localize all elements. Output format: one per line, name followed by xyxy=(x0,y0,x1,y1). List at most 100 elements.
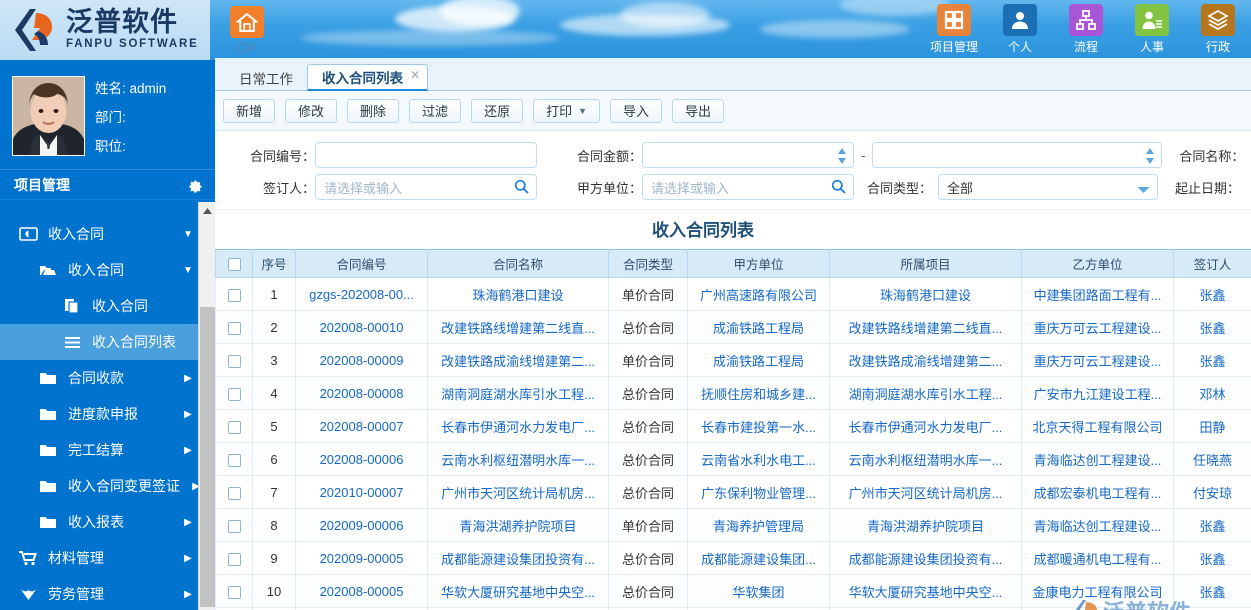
sidebar-item-income-contract-folder[interactable]: 收入合同 ▼ xyxy=(0,252,198,288)
print-button[interactable]: 打印 ▼ xyxy=(533,99,600,123)
tab-income-contract-list[interactable]: 收入合同列表 ✕ xyxy=(307,64,428,91)
col-project[interactable]: 所属项目 xyxy=(830,250,1022,278)
select-all-checkbox[interactable] xyxy=(228,258,241,271)
cell-project: 广州市天河区统计局机房... xyxy=(830,476,1022,509)
row-checkbox-cell[interactable] xyxy=(216,410,253,443)
tab-daily-work[interactable]: 日常工作 xyxy=(225,65,307,91)
table-row[interactable]: 5202008-00007长春市伊通河水力发电厂...总价合同长春市建投第一水.… xyxy=(216,410,1251,443)
portal-button[interactable]: 门户 xyxy=(222,6,272,56)
nav-item-personal[interactable]: 个人 xyxy=(995,4,1045,55)
table-row[interactable]: 4202008-00008湖南洞庭湖水库引水工程...总价合同抚顺住房和城乡建.… xyxy=(216,377,1251,410)
cell-contract-type: 总价合同 xyxy=(609,443,688,476)
chevron-down-icon[interactable] xyxy=(1137,182,1150,197)
row-checkbox-cell[interactable] xyxy=(216,575,253,608)
sidebar-item-income-contract[interactable]: 收入合同 xyxy=(0,288,198,324)
row-checkbox[interactable] xyxy=(228,388,241,401)
cell-project: 珠海鹤港口建设 xyxy=(830,278,1022,311)
table-row[interactable]: 8202009-00006青海洪湖养护院项目单价合同青海养护管理局青海洪湖养护院… xyxy=(216,509,1251,542)
row-checkbox-cell[interactable] xyxy=(216,509,253,542)
row-checkbox[interactable] xyxy=(228,454,241,467)
row-checkbox[interactable] xyxy=(228,586,241,599)
stepper-icon[interactable] xyxy=(837,146,847,169)
sidebar-item-clipped[interactable] xyxy=(0,202,198,216)
row-checkbox-cell[interactable] xyxy=(216,377,253,410)
nav-item-workflow[interactable]: 流程 xyxy=(1061,4,1111,55)
restore-button[interactable]: 还原 xyxy=(471,99,523,123)
button-label: 修改 xyxy=(298,101,324,120)
row-checkbox-cell[interactable] xyxy=(216,278,253,311)
row-checkbox[interactable] xyxy=(228,355,241,368)
stepper-icon[interactable] xyxy=(1145,146,1155,169)
amount-from-input[interactable] xyxy=(642,142,854,168)
row-checkbox[interactable] xyxy=(228,487,241,500)
row-checkbox-cell[interactable] xyxy=(216,476,253,509)
cell-party-b: 中建集团路面工程有... xyxy=(1022,278,1174,311)
sidebar-item-labor-management[interactable]: 劳务管理 ▶ xyxy=(0,576,198,610)
col-contract-name[interactable]: 合同名称 xyxy=(428,250,609,278)
sidebar-item-progress-payment[interactable]: 进度款申报 ▶ xyxy=(0,396,198,432)
import-button[interactable]: 导入 xyxy=(610,99,662,123)
row-checkbox-cell[interactable] xyxy=(216,542,253,575)
table-row[interactable]: 10202008-00005华软大厦研究基地中央空...总价合同华软集团华软大厦… xyxy=(216,575,1251,608)
brand-logo[interactable]: 泛普软件 FANPU SOFTWARE xyxy=(0,0,210,60)
cell-party-a: 成渝铁路工程局 xyxy=(688,344,830,377)
search-icon[interactable] xyxy=(831,179,846,197)
chevron-down-icon: ▼ xyxy=(578,106,587,116)
row-checkbox[interactable] xyxy=(228,553,241,566)
delete-button[interactable]: 删除 xyxy=(347,99,399,123)
table-row[interactable]: 7202010-00007广州市天河区统计局机房...总价合同广东保利物业管理.… xyxy=(216,476,1251,509)
sidebar-item-material-management[interactable]: 材料管理 ▶ xyxy=(0,540,198,576)
nav-item-hr[interactable]: 人事 xyxy=(1127,4,1177,55)
portal-label: 门户 xyxy=(222,40,272,56)
filter-button[interactable]: 过滤 xyxy=(409,99,461,123)
row-checkbox-cell[interactable] xyxy=(216,311,253,344)
col-signer[interactable]: 签订人 xyxy=(1174,250,1251,278)
col-party-b[interactable]: 乙方单位 xyxy=(1022,250,1174,278)
sidebar-item-income-report[interactable]: 收入报表 ▶ xyxy=(0,504,198,540)
nav-item-admin[interactable]: 行政 xyxy=(1193,4,1243,55)
cell-contract-name: 长春市伊通河水力发电厂... xyxy=(428,410,609,443)
gear-icon[interactable] xyxy=(187,177,203,193)
edit-button[interactable]: 修改 xyxy=(285,99,337,123)
table-row[interactable]: 9202009-00005成都能源建设集团投资有...总价合同成都能源建设集团.… xyxy=(216,542,1251,575)
contract-no-input[interactable] xyxy=(315,142,537,168)
table-row[interactable]: 2202008-00010改建铁路线增建第二线直...总价合同成渝铁路工程局改建… xyxy=(216,311,1251,344)
cell-text: 田静 xyxy=(1180,417,1245,436)
col-contract-no[interactable]: 合同编号 xyxy=(296,250,428,278)
row-checkbox-cell[interactable] xyxy=(216,344,253,377)
table-row[interactable]: 6202008-00006云南水利枢纽潜明水库一...总价合同云南省水利水电工.… xyxy=(216,443,1251,476)
row-checkbox[interactable] xyxy=(228,421,241,434)
col-index[interactable]: 序号 xyxy=(253,250,296,278)
amount-to-input[interactable] xyxy=(872,142,1162,168)
sidebar-item-contract-receipt[interactable]: 合同收款 ▶ xyxy=(0,360,198,396)
sidebar-item-contract-change-visa[interactable]: 收入合同变更签证 ▶ xyxy=(0,468,198,504)
sidebar-item-income-contract-list[interactable]: 收入合同列表 xyxy=(0,324,198,360)
col-party-a[interactable]: 甲方单位 xyxy=(688,250,830,278)
sidebar-item-income-contract-group[interactable]: 收入合同 ▼ xyxy=(0,216,198,252)
contract-type-select[interactable]: 全部 xyxy=(938,174,1158,200)
nav-item-project[interactable]: 项目管理 xyxy=(929,4,979,55)
contract-type-label: 合同类型： xyxy=(854,178,938,197)
sidebar-scrollbar[interactable] xyxy=(198,202,215,610)
tab-bar: 日常工作 收入合同列表 ✕ xyxy=(215,58,1251,91)
add-button[interactable]: 新增 xyxy=(223,99,275,123)
row-checkbox[interactable] xyxy=(228,322,241,335)
table-row[interactable]: 3202008-00009改建铁路成渝线增建第二...单价合同成渝铁路工程局改建… xyxy=(216,344,1251,377)
table-row[interactable]: 1gzgs-202008-00...珠海鹤港口建设单价合同广州高速路有限公司珠海… xyxy=(216,278,1251,311)
sidebar-item-completion-settlement[interactable]: 完工结算 ▶ xyxy=(0,432,198,468)
col-contract-type[interactable]: 合同类型 xyxy=(609,250,688,278)
row-checkbox[interactable] xyxy=(228,289,241,302)
signer-input[interactable]: 请选择或输入 xyxy=(315,174,537,200)
scroll-up-arrow-icon[interactable] xyxy=(199,202,215,219)
scrollbar-thumb[interactable] xyxy=(200,307,215,607)
select-all-header[interactable] xyxy=(216,250,253,278)
search-icon[interactable] xyxy=(514,179,529,197)
cell-text: 202008-00006 xyxy=(302,452,421,467)
export-button[interactable]: 导出 xyxy=(672,99,724,123)
cell-text: 青海临达创工程建设... xyxy=(1028,450,1167,469)
row-checkbox-cell[interactable] xyxy=(216,443,253,476)
row-checkbox[interactable] xyxy=(228,520,241,533)
party-a-input[interactable]: 请选择或输入 xyxy=(642,174,854,200)
close-icon[interactable]: ✕ xyxy=(410,68,420,82)
top-banner: 泛普软件 FANPU SOFTWARE 门户 项目管理 xyxy=(0,0,1251,60)
